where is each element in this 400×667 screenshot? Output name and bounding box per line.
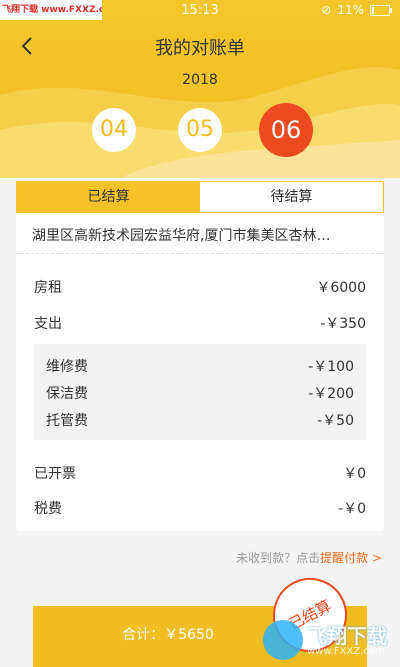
year-label: 2018 [182, 72, 218, 88]
watermark-url: www.FXXZ.com [307, 646, 385, 657]
statement-card: 已结算 待结算 湖里区高新技术园宏益华府,厦门市集美区杏林… 房租 ￥6000 … [16, 181, 384, 531]
total-amount: ￥5650 [164, 627, 214, 643]
status-right: ⊘ 11% [321, 3, 392, 17]
cleaning-row: 保洁费 -￥200 [46, 383, 354, 403]
invoiced-label: 已开票 [34, 466, 76, 482]
alarm-icon: ⊘ [321, 3, 332, 17]
repair-label: 维修费 [46, 359, 88, 375]
watermark-logo-icon [263, 620, 303, 660]
header: 飞翔下载 www.FXXZ.com 15:13 ⊘ 11% 我的对账单 2018… [0, 0, 400, 178]
site-watermark: 飞翔下载 www.FXXZ.com [263, 620, 393, 664]
custody-label: 托管费 [46, 413, 88, 429]
month-06-selected[interactable]: 06 [259, 103, 313, 157]
tax-row: 税费 -￥0 [34, 498, 366, 518]
invoiced-value: ￥0 [343, 466, 366, 482]
property-address: 湖里区高新技术园宏益华府,厦门市集美区杏林… [32, 228, 331, 244]
payment-reminder: 未收到款？点击提醒付款 > [236, 549, 382, 566]
rent-label: 房租 [34, 280, 62, 296]
expense-value: -￥350 [320, 316, 366, 332]
total-label: 合计： [122, 627, 165, 643]
status-bar: 飞翔下载 www.FXXZ.com 15:13 ⊘ 11% [0, 0, 400, 22]
expense-label: 支出 [34, 316, 62, 332]
tab-pending[interactable]: 待结算 [200, 182, 383, 212]
custody-row: 托管费 -￥50 [46, 410, 354, 430]
reminder-text: 未收到款？点击 [236, 551, 321, 565]
page-title: 我的对账单 [155, 38, 245, 59]
battery-percent: 11% [337, 3, 364, 17]
battery-icon [370, 4, 392, 16]
expense-row: 支出 -￥350 [34, 313, 366, 333]
status-tabs: 已结算 待结算 [16, 181, 384, 213]
tax-label: 税费 [34, 501, 62, 517]
rent-value: ￥6000 [316, 280, 366, 296]
custody-value: -￥50 [317, 413, 354, 429]
cleaning-label: 保洁费 [46, 386, 88, 402]
tab-settled[interactable]: 已结算 [17, 182, 200, 212]
month-04[interactable]: 04 [92, 108, 136, 152]
expense-breakdown: 维修费 -￥100 保洁费 -￥200 托管费 -￥50 [34, 344, 366, 440]
cleaning-value: -￥200 [308, 386, 354, 402]
tax-value: -￥0 [338, 501, 366, 517]
month-05[interactable]: 05 [178, 108, 222, 152]
watermark-text: 飞翔下载 [307, 624, 387, 648]
chevron-right-icon[interactable]: > [372, 551, 382, 565]
rent-row: 房租 ￥6000 [34, 277, 366, 297]
repair-value: -￥100 [308, 359, 354, 375]
divider [16, 253, 384, 254]
repair-row: 维修费 -￥100 [46, 356, 354, 376]
invoiced-row: 已开票 ￥0 [34, 463, 366, 483]
remind-payment-link[interactable]: 提醒付款 [320, 551, 368, 565]
